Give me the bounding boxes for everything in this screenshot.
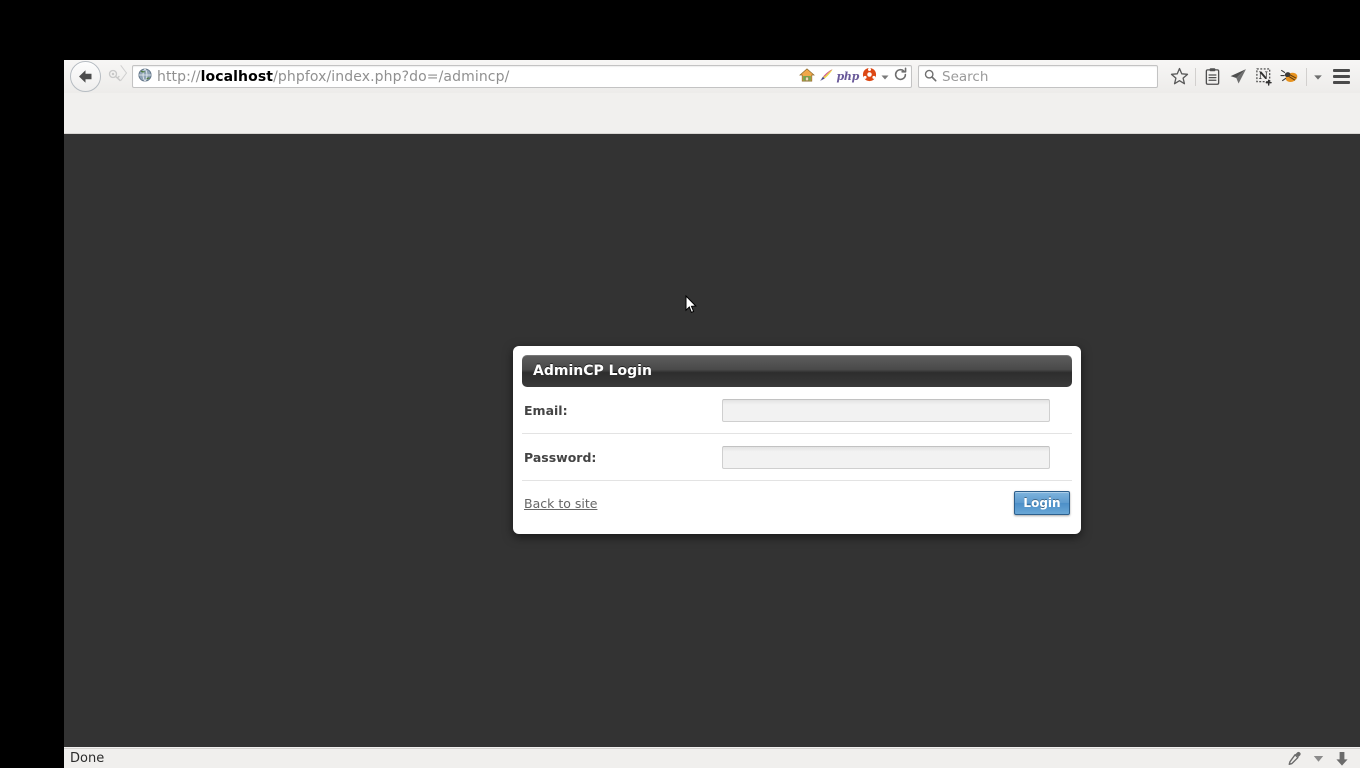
- status-bar: Done: [64, 748, 1360, 768]
- forward-button[interactable]: [102, 62, 128, 91]
- url-bar-icons: php: [795, 67, 908, 86]
- hamburger-bar-1: [1332, 69, 1350, 72]
- php-badge[interactable]: php: [837, 70, 860, 83]
- evernote-clipper-icon[interactable]: N: [1251, 64, 1277, 90]
- url-dropdown-caret-icon[interactable]: [880, 67, 890, 86]
- svg-text:N: N: [1258, 70, 1268, 82]
- admincp-login-dialog: AdminCP Login Email: Password: Back to s…: [513, 346, 1081, 534]
- bookmarks-toolbar: [64, 93, 1360, 134]
- back-to-site-link[interactable]: Back to site: [524, 496, 597, 511]
- caret-down-icon[interactable]: [1306, 750, 1330, 768]
- bookmark-star-icon[interactable]: [1166, 64, 1192, 90]
- url-bar[interactable]: http://localhost/phpfox/index.php?do=/ad…: [132, 65, 912, 88]
- search-placeholder-text: Search: [942, 68, 989, 85]
- login-button[interactable]: Login: [1014, 491, 1070, 515]
- url-text: http://localhost/phpfox/index.php?do=/ad…: [157, 68, 510, 85]
- hamburger-bar-2: [1332, 75, 1350, 78]
- firebug-icon[interactable]: [1277, 64, 1303, 90]
- hamburger-bar-3: [1332, 81, 1350, 84]
- page-title: AdminCP Login: [533, 363, 652, 379]
- screen: http://localhost/phpfox/index.php?do=/ad…: [0, 0, 1360, 768]
- send-page-icon[interactable]: [1225, 64, 1251, 90]
- home-icon[interactable]: [798, 67, 815, 86]
- download-arrow-icon[interactable]: [1330, 750, 1354, 768]
- dialog-header: AdminCP Login: [522, 355, 1072, 387]
- browser-window: http://localhost/phpfox/index.php?do=/ad…: [64, 60, 1360, 768]
- status-text: Done: [70, 751, 105, 766]
- xdebug-circle-icon[interactable]: [862, 67, 877, 86]
- email-row: Email:: [522, 387, 1072, 434]
- search-icon: [924, 67, 937, 86]
- page-viewport: AdminCP Login Email: Password: Back to s…: [64, 134, 1360, 747]
- overflow-caret-icon[interactable]: [1310, 65, 1326, 89]
- reload-icon[interactable]: [893, 67, 908, 86]
- site-globe-icon: [138, 67, 152, 86]
- hamburger-menu-icon[interactable]: [1326, 64, 1356, 90]
- toolbar-separator: [1195, 67, 1196, 86]
- mouse-cursor: [685, 294, 697, 314]
- back-button[interactable]: [70, 61, 101, 92]
- password-field[interactable]: [722, 445, 1050, 469]
- password-row: Password:: [522, 434, 1072, 481]
- search-input[interactable]: Search: [918, 65, 1158, 88]
- browser-navigation-toolbar: http://localhost/phpfox/index.php?do=/ad…: [64, 60, 1360, 93]
- dialog-footer: Back to site Login: [522, 481, 1072, 525]
- password-label: Password:: [524, 449, 597, 465]
- eyedropper-icon[interactable]: [1282, 750, 1306, 768]
- reading-list-icon[interactable]: [1199, 64, 1225, 90]
- email-field[interactable]: [722, 398, 1050, 422]
- pen-feather-icon[interactable]: [818, 67, 834, 86]
- toolbar-separator-2: [1306, 67, 1307, 86]
- email-label: Email:: [524, 402, 568, 418]
